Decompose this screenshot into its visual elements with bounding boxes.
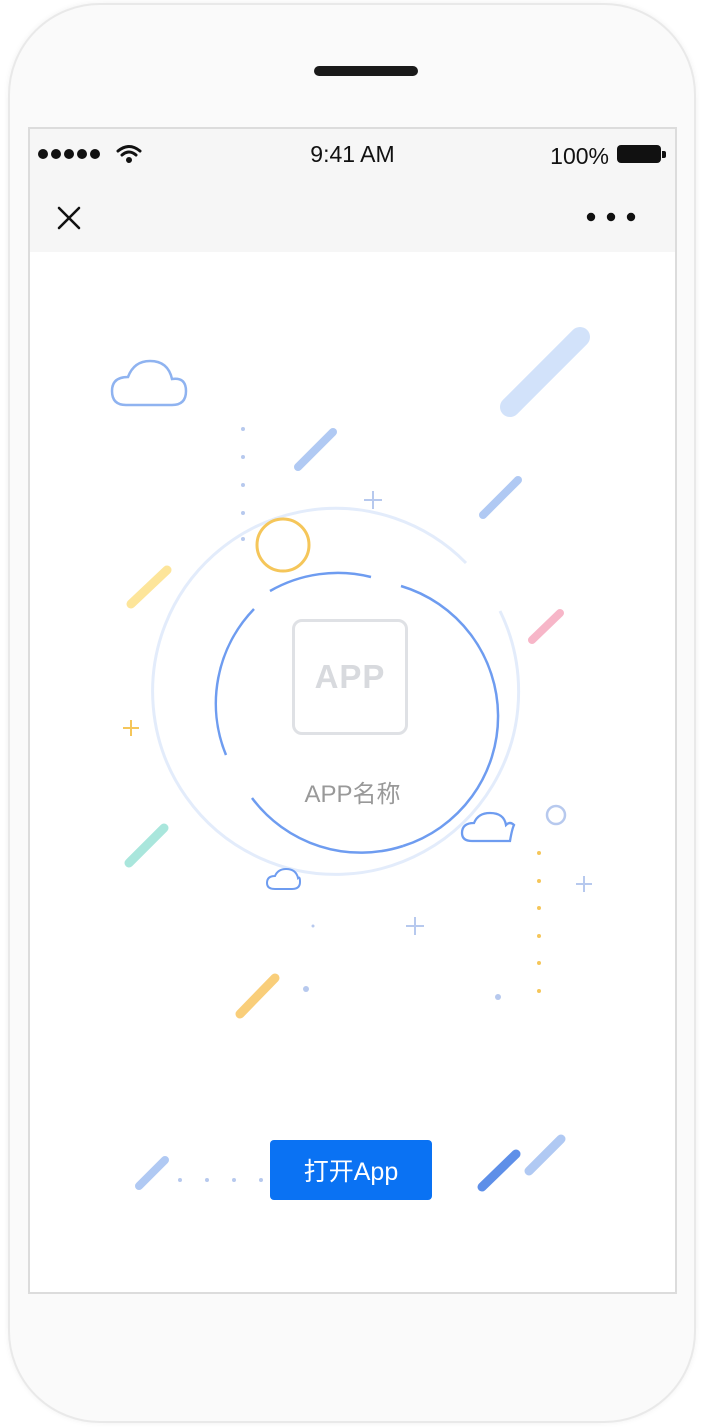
open-app-button[interactable]: 打开App: [270, 1140, 432, 1200]
app-icon-text: APP: [314, 658, 386, 695]
phone-speaker: [314, 66, 418, 76]
dotted-line-left: [241, 427, 245, 541]
plus-icon-yellow: [123, 720, 139, 736]
yellow-circle: [255, 517, 311, 573]
inner-ring-a: [269, 571, 372, 593]
streak-large: [500, 327, 590, 417]
plus-icon: [364, 491, 382, 509]
cloud-icon: [110, 359, 188, 407]
app-icon-placeholder: APP: [292, 619, 408, 735]
app-name-label: APP名称: [304, 781, 401, 808]
inner-ring-d: [214, 608, 255, 756]
cloud-icon-small: [265, 867, 302, 890]
app-screen: 9:41 AM 100% APP APP名称 打开App: [28, 127, 677, 1294]
dotted-line-right: [537, 851, 541, 993]
